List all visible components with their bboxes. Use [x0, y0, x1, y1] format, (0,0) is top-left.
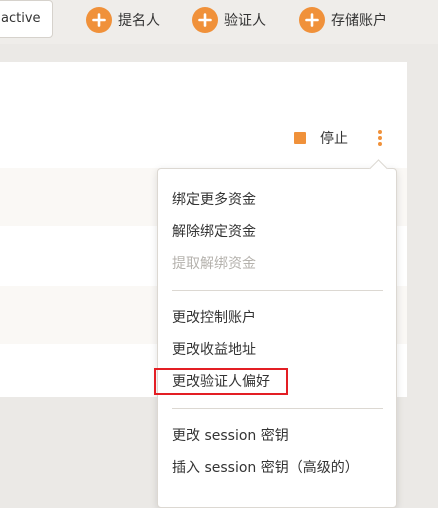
status-filter-box[interactable]: active — [0, 0, 53, 38]
stop-button[interactable]: 停止 — [294, 128, 348, 148]
menu-item-change-validator-preferences[interactable]: 更改验证人偏好 — [172, 372, 270, 392]
menu-item-change-controller[interactable]: 更改控制账户 — [172, 308, 256, 328]
add-stash-account-button[interactable]: 存储账户 — [299, 7, 387, 33]
account-actions-menu: 绑定更多资金 解除绑定资金 提取解绑资金 更改控制账户 更改收益地址 更改验证人… — [157, 159, 397, 508]
status-text: active — [1, 11, 41, 26]
menu-divider — [172, 408, 383, 409]
menu-item-withdraw-unbonded: 提取解绑资金 — [172, 256, 256, 272]
menu-item-unbond[interactable]: 解除绑定资金 — [172, 222, 256, 242]
add-nominator-label: 提名人 — [118, 13, 160, 29]
plus-icon — [192, 7, 218, 33]
menu-item-change-reward-destination[interactable]: 更改收益地址 — [172, 340, 256, 360]
plus-icon — [86, 7, 112, 33]
menu-item-bond-more[interactable]: 绑定更多资金 — [172, 190, 256, 210]
add-validator-label: 验证人 — [224, 13, 266, 29]
menu-divider — [172, 290, 383, 291]
stop-square-icon — [294, 132, 306, 144]
plus-icon — [299, 7, 325, 33]
add-validator-button[interactable]: 验证人 — [192, 7, 266, 33]
stop-label: 停止 — [320, 131, 348, 147]
vertical-ellipsis-icon[interactable] — [372, 128, 388, 148]
add-stash-account-label: 存储账户 — [331, 13, 387, 29]
menu-item-set-session-key-advanced[interactable]: 插入 session 密钥（高级的） — [172, 458, 359, 478]
menu-item-change-session-keys[interactable]: 更改 session 密钥 — [172, 426, 289, 446]
add-nominator-button[interactable]: 提名人 — [86, 7, 160, 33]
top-toolbar: active 提名人 验证人 存储账户 — [0, 0, 438, 44]
